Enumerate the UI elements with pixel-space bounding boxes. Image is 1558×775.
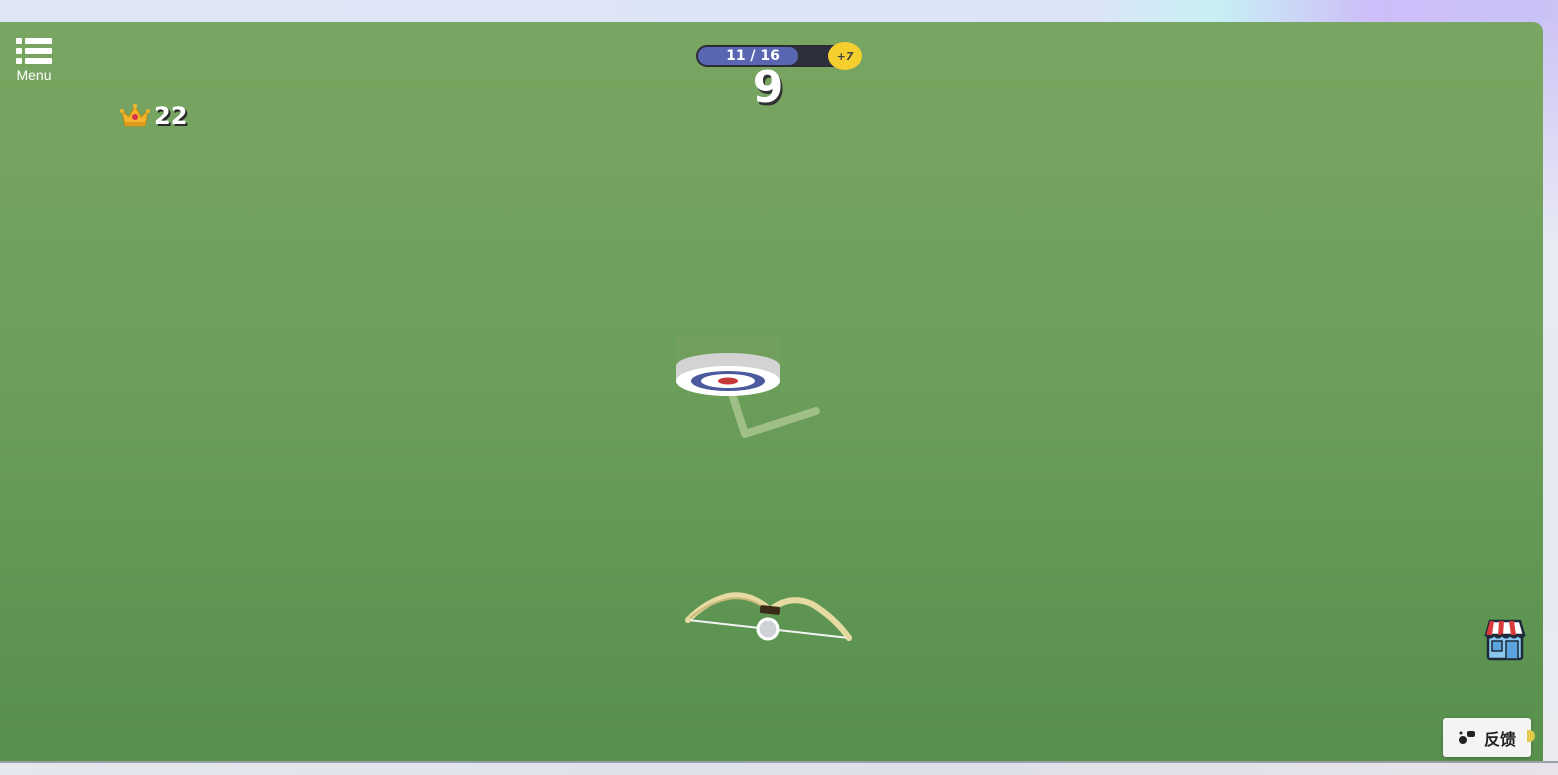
game-canvas[interactable]: Menu 22 11 / 16 +7 9 反馈 — [0, 22, 1543, 761]
trajectory-line — [728, 390, 820, 438]
feedback-label: 反馈 — [1483, 729, 1516, 749]
page-gutter — [1543, 22, 1558, 761]
menu-button[interactable]: Menu — [10, 36, 58, 88]
shop-button[interactable] — [1482, 617, 1528, 667]
game-scene — [676, 336, 852, 641]
bow[interactable] — [685, 592, 852, 641]
current-score: 9 — [752, 62, 784, 113]
best-score-value: 22 — [154, 102, 188, 130]
menu-label: Menu — [16, 67, 52, 83]
best-score: 22 — [120, 102, 187, 130]
shop-icon — [1484, 619, 1526, 661]
coin-bonus-badge: +7 — [828, 42, 862, 70]
feedback-icon — [1458, 730, 1475, 744]
crown-icon — [120, 104, 150, 127]
bottom-strip — [0, 761, 1558, 775]
list-icon — [16, 38, 52, 64]
feedback-button[interactable]: 反馈 — [1443, 718, 1531, 757]
coin-bonus-text: +7 — [836, 49, 854, 63]
target — [676, 336, 781, 396]
arrow-nock — [756, 617, 780, 641]
